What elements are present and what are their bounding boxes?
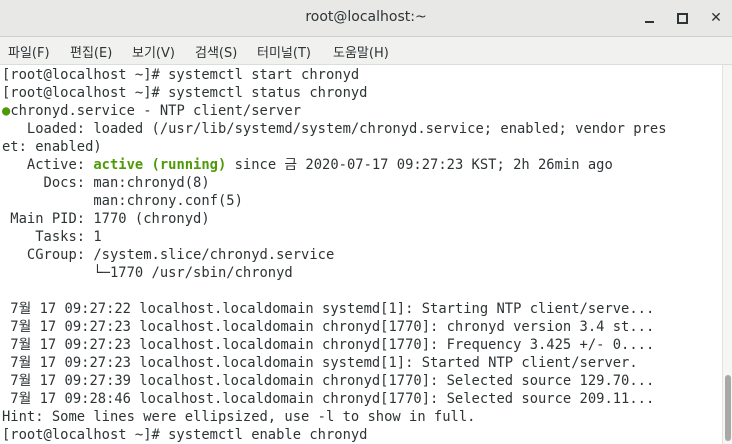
active-status: active (running) <box>93 157 227 173</box>
close-button[interactable]: ✕ <box>706 8 726 28</box>
terminal-window: root@localhost:~ ✕ 파일(F) 편집(E) 보기(V) 검색(… <box>0 0 732 444</box>
title-bar[interactable]: root@localhost:~ ✕ <box>0 0 732 37</box>
log-line: 7월 17 09:27:23 localhost.localdomain chr… <box>2 337 655 353</box>
active-line: Active: active (running) since 금 2020-07… <box>2 156 667 174</box>
menu-edit[interactable]: 편집(E) <box>70 42 112 61</box>
terminal-line: └─1770 /usr/sbin/chronyd <box>2 265 293 281</box>
terminal-line: et: enabled) <box>2 139 102 155</box>
terminal-line: man:chrony.conf(5) <box>2 193 243 209</box>
menu-file[interactable]: 파일(F) <box>8 42 50 61</box>
terminal-line: Loaded: loaded (/usr/lib/systemd/system/… <box>2 121 667 137</box>
terminal-line: CGroup: /system.slice/chronyd.service <box>2 247 335 263</box>
prompt-line: [root@localhost ~]# systemctl enable chr… <box>2 427 368 443</box>
terminal-line: [root@localhost ~]# systemctl start chro… <box>2 67 360 83</box>
menu-search[interactable]: 검색(S) <box>195 42 237 61</box>
maximize-icon <box>677 13 688 24</box>
terminal-line: Docs: man:chronyd(8) <box>2 175 210 191</box>
menu-bar: 파일(F) 편집(E) 보기(V) 검색(S) 터미널(T) 도움말(H) <box>0 37 732 65</box>
log-line: 7월 17 09:27:22 localhost.localdomain sys… <box>2 301 655 317</box>
terminal-line: [root@localhost ~]# systemctl status chr… <box>2 85 368 101</box>
terminal-line: Tasks: 1 <box>2 229 102 245</box>
scrollbar-thumb[interactable] <box>725 375 731 441</box>
terminal-line: Main PID: 1770 (chronyd) <box>2 211 210 227</box>
window-title: root@localhost:~ <box>305 9 427 25</box>
terminal-output[interactable]: [root@localhost ~]# systemctl start chro… <box>0 65 722 444</box>
active-since: since 금 2020-07-17 09:27:23 KST; 2h 26mi… <box>226 157 613 173</box>
close-icon: ✕ <box>710 10 722 26</box>
service-header-line: ●chronyd.service - NTP client/server <box>2 102 667 120</box>
menu-view[interactable]: 보기(V) <box>132 42 175 61</box>
log-line: 7월 17 09:27:23 localhost.localdomain chr… <box>2 319 655 335</box>
log-line: 7월 17 09:28:46 localhost.localdomain chr… <box>2 391 655 407</box>
minimize-button[interactable] <box>640 8 660 28</box>
log-line: 7월 17 09:27:23 localhost.localdomain sys… <box>2 355 638 371</box>
menu-terminal[interactable]: 터미널(T) <box>257 42 311 61</box>
service-name: chronyd.service - NTP client/server <box>10 103 302 119</box>
hint-line: Hint: Some lines were ellipsized, use -l… <box>2 409 476 425</box>
minimize-icon <box>645 21 654 23</box>
vertical-scrollbar[interactable] <box>722 65 732 444</box>
log-line: 7월 17 09:27:39 localhost.localdomain chr… <box>2 373 655 389</box>
menu-help[interactable]: 도움말(H) <box>333 42 389 61</box>
maximize-button[interactable] <box>672 8 692 28</box>
active-label: Active: <box>2 157 94 173</box>
